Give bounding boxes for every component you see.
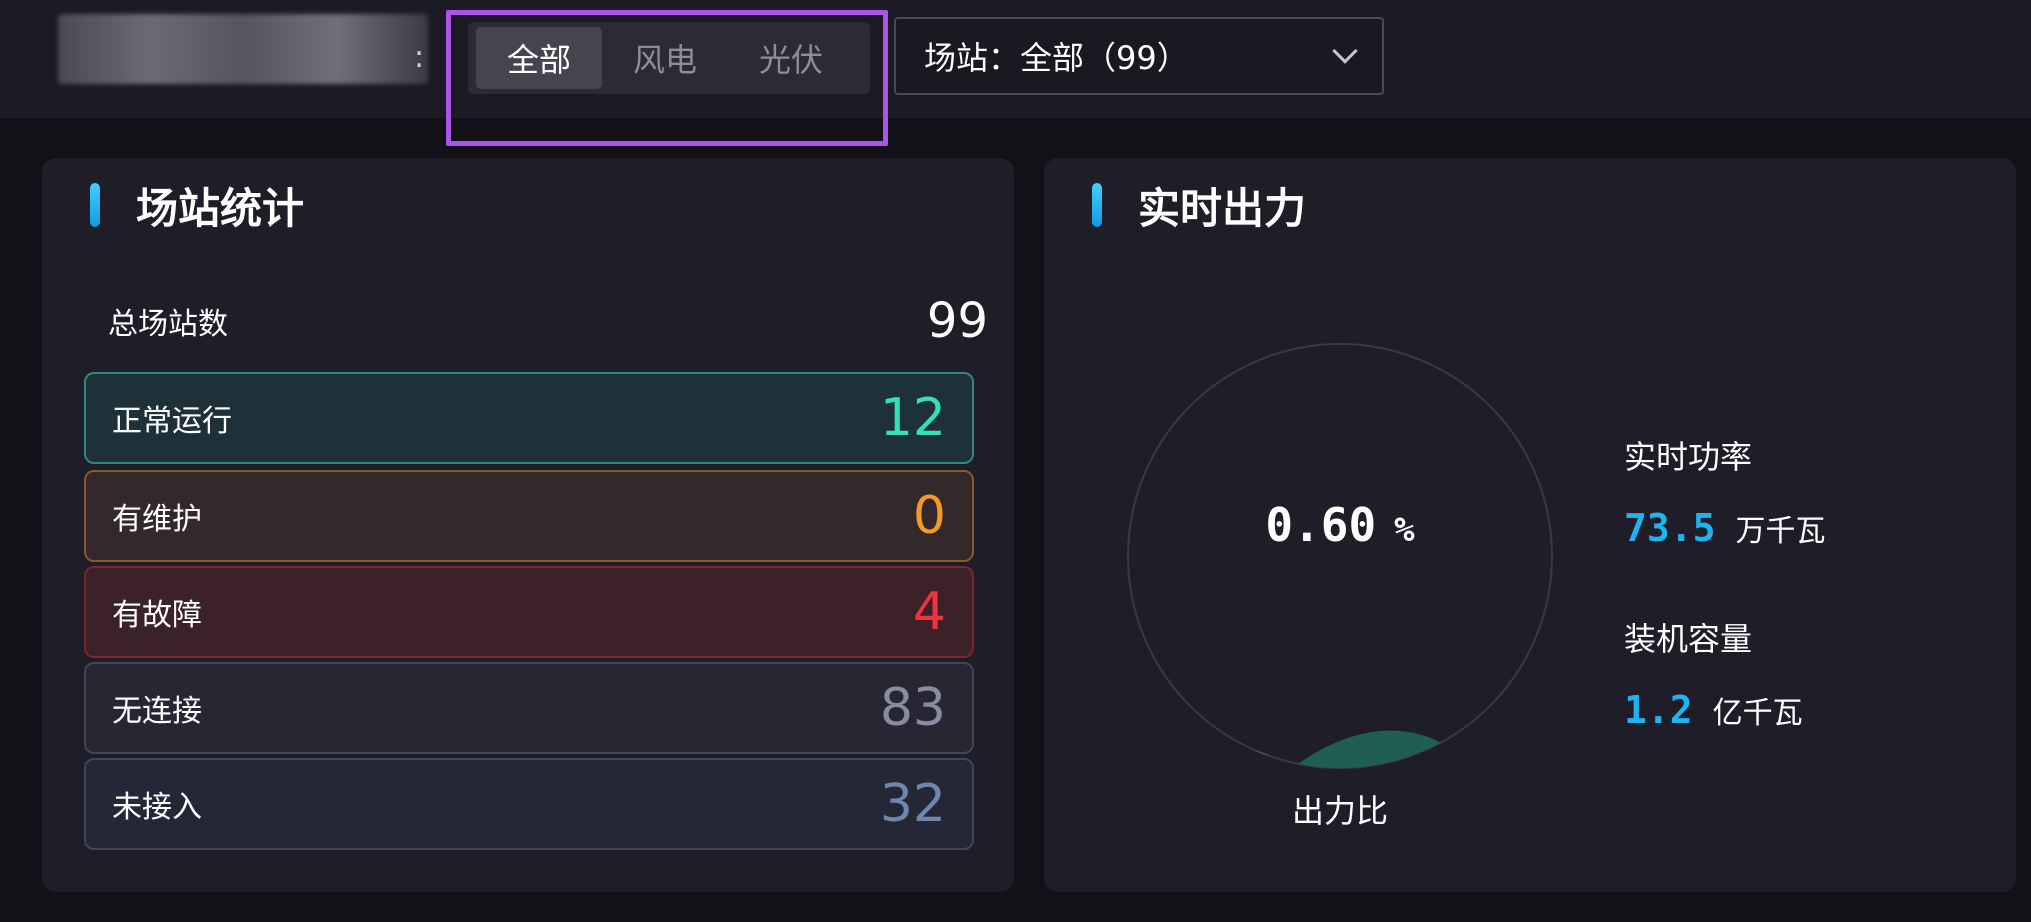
title-accent-bar xyxy=(1092,183,1102,227)
total-stations-value: 99 xyxy=(926,293,988,349)
stat-value: 83 xyxy=(879,678,946,738)
stat-row-normal[interactable]: 正常运行 12 xyxy=(84,372,974,464)
output-ratio-label: 出力比 xyxy=(1291,792,1388,830)
station-select-value: 场站：全部（99） xyxy=(924,39,1189,77)
total-stations-row: 总场站数 99 xyxy=(108,286,988,356)
stat-label: 未接入 xyxy=(112,790,202,825)
realtime-power-metric: 实时功率 73.5 万千瓦 xyxy=(1624,432,1826,550)
realtime-output-panel: 实时出力 0.60% 出力比 实时功率 73.5 万千瓦 装机容量 1.2 亿千… xyxy=(1044,158,2016,892)
stat-value: 12 xyxy=(879,388,946,448)
installed-capacity-metric: 装机容量 1.2 亿千瓦 xyxy=(1624,614,1803,732)
panel-title: 实时出力 xyxy=(1092,180,1306,233)
stat-row-maintenance[interactable]: 有维护 0 xyxy=(84,470,974,562)
installed-capacity-unit: 亿千瓦 xyxy=(1712,696,1803,731)
highlight-box xyxy=(446,10,888,146)
stat-row-no-link[interactable]: 无连接 83 xyxy=(84,662,974,754)
output-ratio-gauge xyxy=(1127,343,1553,769)
stat-value: 0 xyxy=(912,486,946,546)
stat-label: 无连接 xyxy=(112,694,202,729)
realtime-output-title: 实时出力 xyxy=(1138,183,1307,233)
station-select[interactable]: 场站：全部（99） xyxy=(894,17,1384,95)
station-stats-panel: 场站统计 总场站数 99 正常运行 12 有维护 0 有故障 4 无连接 83 … xyxy=(42,158,1014,892)
realtime-power-value: 73.5 xyxy=(1624,506,1716,550)
panel-title: 场站统计 xyxy=(90,180,304,233)
output-ratio-value: 0.60 xyxy=(1265,498,1377,552)
stat-label: 正常运行 xyxy=(112,404,232,439)
stat-value: 4 xyxy=(912,582,946,642)
installed-capacity-value: 1.2 xyxy=(1624,688,1693,732)
title-accent-bar xyxy=(90,183,100,227)
gauge-wave-front xyxy=(1180,732,1305,768)
gauge-wave-back xyxy=(1290,730,1450,768)
top-bar: : 全部 风电 光伏 场站：全部（99） xyxy=(0,0,2031,118)
stat-label: 有故障 xyxy=(112,598,202,633)
realtime-power-unit: 万千瓦 xyxy=(1735,514,1826,549)
realtime-power-label: 实时功率 xyxy=(1624,438,1753,476)
blurred-label xyxy=(58,14,428,84)
chevron-down-icon xyxy=(1332,38,1358,64)
total-stations-label: 总场站数 xyxy=(108,307,228,342)
label-colon: : xyxy=(414,40,425,75)
installed-capacity-label: 装机容量 xyxy=(1624,620,1753,658)
stat-label: 有维护 xyxy=(112,502,202,537)
gauge-ring xyxy=(1127,343,1553,769)
stat-value: 32 xyxy=(879,774,946,834)
output-ratio-unit: % xyxy=(1394,510,1415,550)
stat-row-fault[interactable]: 有故障 4 xyxy=(84,566,974,658)
station-stats-title: 场站统计 xyxy=(136,183,305,233)
stat-row-no-access[interactable]: 未接入 32 xyxy=(84,758,974,850)
gauge-center-readout: 0.60% xyxy=(1120,498,1560,552)
